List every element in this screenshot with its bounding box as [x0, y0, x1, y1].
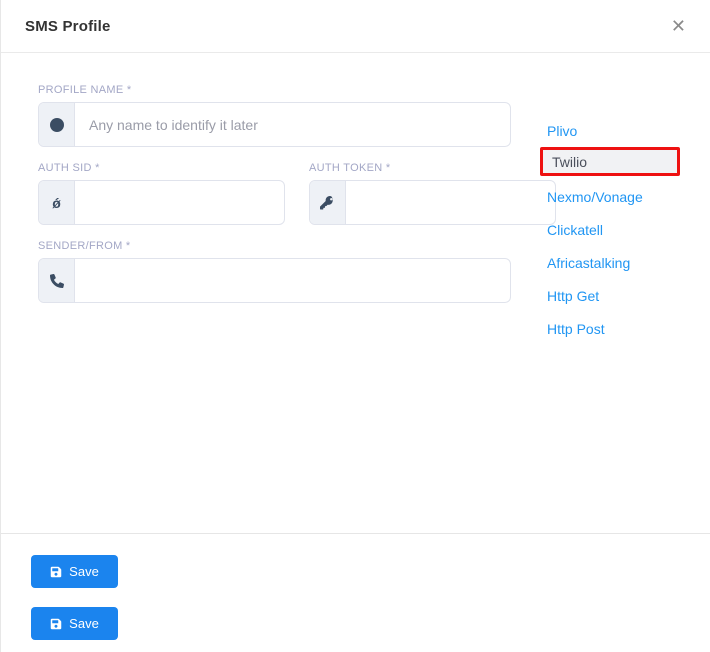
- provider-twilio-highlighted[interactable]: Twilio: [540, 147, 680, 176]
- save-icon: [50, 618, 62, 630]
- sms-profile-modal: SMS Profile ✕ PROFILE NAME * AUTH SID *: [0, 0, 710, 652]
- user-id-icon: ǿ: [39, 181, 75, 224]
- auth-sid-label: AUTH SID *: [38, 162, 285, 174]
- save-button[interactable]: Save: [31, 555, 118, 588]
- auth-sid-input-group: ǿ: [38, 180, 285, 225]
- sender-from-input[interactable]: [75, 259, 510, 302]
- profile-name-input[interactable]: [75, 103, 510, 146]
- profile-name-input-group: [38, 102, 511, 147]
- phone-icon: [39, 259, 75, 302]
- provider-plivo[interactable]: Plivo: [540, 114, 680, 147]
- auth-token-field-group: AUTH TOKEN *: [309, 162, 556, 225]
- save-button-secondary[interactable]: Save: [31, 607, 118, 640]
- sender-from-input-group: [38, 258, 511, 303]
- modal-header: SMS Profile ✕: [1, 0, 710, 53]
- auth-sid-field-group: AUTH SID * ǿ: [38, 162, 285, 225]
- provider-http-post[interactable]: Http Post: [540, 312, 680, 345]
- sms-profile-form: PROFILE NAME * AUTH SID * ǿ: [38, 84, 511, 533]
- save-button-label: Save: [69, 564, 99, 579]
- provider-africastalking[interactable]: Africastalking: [540, 246, 680, 279]
- sender-from-field-group: SENDER/FROM *: [38, 240, 511, 303]
- save-icon: [50, 566, 62, 578]
- auth-row: AUTH SID * ǿ AUTH TOKEN *: [38, 162, 511, 240]
- provider-http-get[interactable]: Http Get: [540, 279, 680, 312]
- provider-clickatell[interactable]: Clickatell: [540, 213, 680, 246]
- provider-nexmo-vonage[interactable]: Nexmo/Vonage: [540, 180, 680, 213]
- auth-sid-input[interactable]: [75, 181, 284, 224]
- save-button-label: Save: [69, 616, 99, 631]
- sender-from-label: SENDER/FROM *: [38, 240, 511, 252]
- auth-token-label: AUTH TOKEN *: [309, 162, 556, 174]
- close-icon[interactable]: ✕: [671, 17, 686, 35]
- auth-token-input[interactable]: [346, 181, 555, 224]
- modal-title: SMS Profile: [25, 18, 111, 35]
- modal-footer: Save Save: [1, 533, 710, 652]
- profile-name-field-group: PROFILE NAME *: [38, 84, 511, 147]
- modal-body: PROFILE NAME * AUTH SID * ǿ: [1, 53, 710, 533]
- provider-list: Plivo Twilio Nexmo/Vonage Clickatell Afr…: [540, 84, 680, 533]
- circle-icon: [39, 103, 75, 146]
- profile-name-label: PROFILE NAME *: [38, 84, 511, 96]
- key-icon: [310, 181, 346, 224]
- auth-token-input-group: [309, 180, 556, 225]
